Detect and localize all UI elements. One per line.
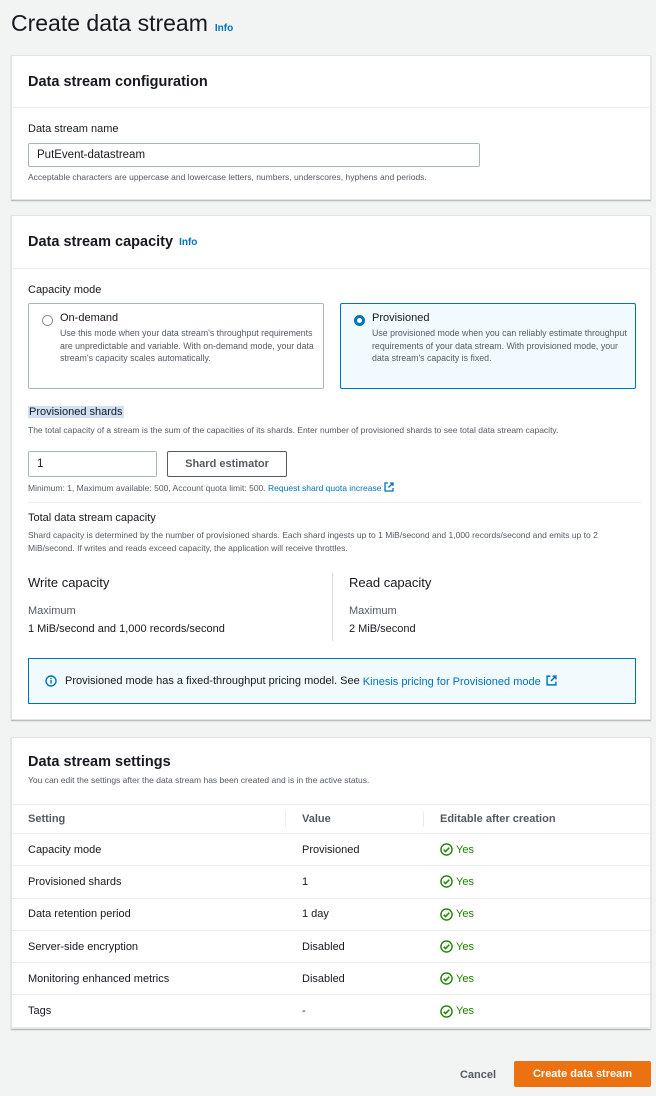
editable-status: Yes: [424, 940, 650, 953]
stream-name-hint: Acceptable characters are uppercase and …: [28, 172, 427, 182]
editable-status: Yes: [424, 972, 650, 986]
page-header: Create data stream Info: [11, 10, 233, 37]
provisioned-radio[interactable]: [354, 315, 365, 326]
write-capacity: Write capacity Maximum 1 MiB/second and …: [28, 575, 328, 635]
external-link-icon: [384, 482, 395, 492]
check-circle-icon: [440, 875, 453, 889]
pricing-info-alert: Provisioned mode has a fixed-throughput …: [28, 658, 636, 704]
editable-status: Yes: [424, 907, 650, 921]
setting-name: Provisioned shards: [28, 875, 122, 888]
read-capacity: Read capacity Maximum 2 MiB/second: [349, 575, 629, 635]
setting-name: Tags: [28, 1005, 52, 1018]
setting-name: Data retention period: [28, 908, 131, 921]
setting-name: Monitoring enhanced metrics: [28, 972, 170, 985]
request-quota-increase-link[interactable]: Request shard quota increase: [268, 482, 395, 493]
provisioned-description: Use provisioned mode when you can reliab…: [372, 328, 627, 363]
editable-value: Yes: [456, 1005, 474, 1018]
setting-name: Server-side encryption: [28, 940, 139, 953]
data-stream-settings-panel: Data stream settings You can edit the se…: [11, 737, 651, 1029]
request-quota-increase-label: Request shard quota increase: [268, 483, 382, 493]
write-capacity-value: 1 MiB/second and 1,000 records/second: [28, 623, 225, 635]
editable-value: Yes: [456, 908, 474, 921]
capacity-info-link[interactable]: Info: [179, 237, 197, 248]
stream-name-label: Data stream name: [28, 123, 119, 135]
settings-subtitle: You can edit the settings after the data…: [28, 775, 370, 785]
shard-estimator-button[interactable]: Shard estimator: [167, 451, 287, 477]
setting-value: 1: [302, 875, 309, 888]
page-info-link[interactable]: Info: [215, 23, 233, 34]
data-stream-configuration-panel: Data stream configuration Data stream na…: [11, 55, 651, 200]
provisioned-shards-label: Provisioned shards: [28, 406, 124, 418]
cancel-button[interactable]: Cancel: [449, 1062, 507, 1087]
provisioned-shards-input[interactable]: 1: [28, 451, 157, 477]
panel-title: Data stream settings: [28, 754, 171, 770]
stream-name-input[interactable]: PutEvent-datastream: [28, 143, 480, 167]
pricing-alert-text: Provisioned mode has a fixed-throughput …: [65, 675, 360, 687]
read-capacity-value: 2 MiB/second: [349, 623, 416, 635]
on-demand-title: On-demand: [60, 312, 119, 324]
capacity-mode-label: Capacity mode: [28, 284, 102, 296]
create-data-stream-button[interactable]: Create data stream: [514, 1061, 651, 1087]
on-demand-radio[interactable]: [42, 315, 53, 326]
column-header-value: Value: [286, 811, 424, 827]
editable-status: Yes: [424, 875, 650, 889]
table-row: Tags - Yes: [12, 995, 650, 1028]
external-link-icon: [546, 674, 557, 686]
provisioned-shards-description: The total capacity of a stream is the su…: [28, 425, 559, 435]
editable-value: Yes: [456, 875, 474, 888]
table-row: Provisioned shards 1 Yes: [12, 866, 650, 899]
settings-table: Setting Value Editable after creation Ca…: [12, 804, 650, 1028]
write-capacity-label: Maximum: [28, 605, 76, 617]
panel-title: Data stream capacity: [28, 234, 174, 250]
panel-header: Data stream configuration: [12, 56, 650, 108]
setting-value: -: [302, 1005, 306, 1018]
check-circle-icon: [440, 940, 453, 953]
column-header-editable: Editable after creation: [440, 813, 556, 825]
provisioned-title: Provisioned: [372, 312, 430, 324]
check-circle-icon: [440, 972, 453, 986]
read-capacity-label: Maximum: [349, 605, 397, 617]
table-row: Server-side encryption Disabled Yes: [12, 931, 650, 964]
panel-header: Data stream capacity Info: [12, 216, 650, 269]
total-capacity-description: Shard capacity is determined by the numb…: [28, 530, 598, 553]
panel-title: Data stream configuration: [28, 73, 208, 90]
on-demand-option[interactable]: On-demand Use this mode when your data s…: [28, 303, 324, 389]
table-header: Setting Value Editable after creation: [12, 804, 650, 834]
table-row: Capacity mode Provisioned Yes: [12, 834, 650, 867]
provisioned-option[interactable]: Provisioned Use provisioned mode when yo…: [340, 303, 636, 389]
shards-limits: Minimum: 1, Maximum available: 500, Acco…: [28, 483, 266, 493]
total-capacity-title: Total data stream capacity: [28, 512, 156, 524]
shards-limits-text: Minimum: 1, Maximum available: 500, Acco…: [28, 482, 395, 493]
data-stream-capacity-panel: Data stream capacity Info Capacity mode …: [11, 215, 651, 720]
check-circle-icon: [440, 1004, 453, 1018]
editable-value: Yes: [456, 972, 474, 985]
kinesis-pricing-link[interactable]: Kinesis pricing for Provisioned mode: [362, 674, 557, 688]
kinesis-pricing-label: Kinesis pricing for Provisioned mode: [362, 675, 541, 688]
table-row: Data retention period 1 day Yes: [12, 899, 650, 931]
check-circle-icon: [440, 843, 453, 856]
editable-value: Yes: [456, 940, 474, 953]
editable-status: Yes: [424, 1004, 650, 1018]
column-divider: [332, 573, 333, 641]
setting-value: Provisioned: [302, 843, 360, 856]
setting-value: Disabled: [302, 940, 345, 953]
info-icon: [45, 675, 57, 687]
setting-value: Disabled: [302, 972, 345, 985]
editable-value: Yes: [456, 843, 474, 856]
write-capacity-title: Write capacity: [28, 575, 110, 590]
check-circle-icon: [440, 907, 453, 921]
read-capacity-title: Read capacity: [349, 575, 432, 590]
editable-status: Yes: [424, 843, 650, 856]
column-header-setting: Setting: [12, 811, 286, 827]
section-divider: [28, 502, 642, 503]
page-title: Create data stream: [11, 10, 208, 36]
table-row: Monitoring enhanced metrics Disabled Yes: [12, 963, 650, 996]
on-demand-description: Use this mode when your data stream's th…: [60, 328, 314, 363]
setting-name: Capacity mode: [28, 843, 102, 856]
setting-value: 1 day: [302, 908, 329, 921]
